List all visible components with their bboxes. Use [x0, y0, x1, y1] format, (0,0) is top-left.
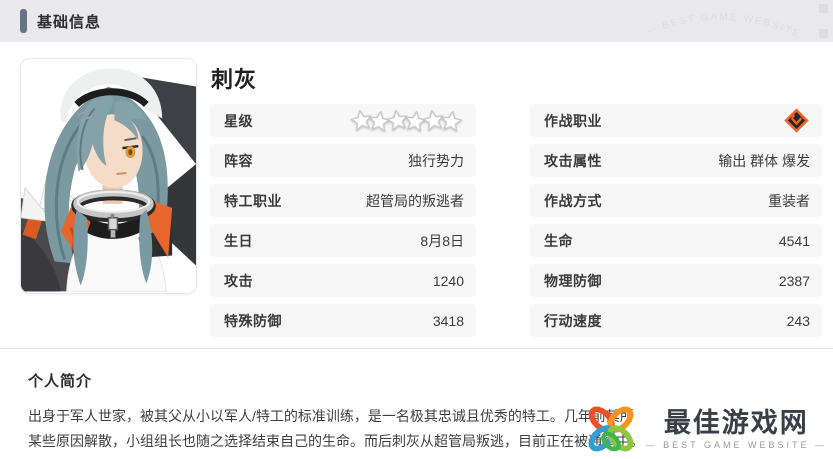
- site-tagline: — BEST GAME WEBSITE —: [645, 440, 827, 450]
- profile-line: 出身于军人世家，被其父从小以军人/特工的标准训练，是一名极其忠诚且优秀的特工。几…: [28, 408, 634, 424]
- info-row-attack-attribute: 攻击属性 输出 群体 爆发: [530, 144, 822, 177]
- info-row-faction: 阵容 独行势力: [210, 144, 476, 177]
- info-row-star-rank: 星级: [210, 104, 476, 137]
- row-label: 阵容: [224, 152, 253, 169]
- row-value: 3418: [432, 312, 464, 329]
- site-logo: 最佳游戏网 — BEST GAME WEBSITE —: [584, 402, 827, 456]
- row-label: 作战方式: [544, 192, 602, 209]
- site-watermark-arc: — BEST GAME WEBSITE —: [635, 0, 803, 41]
- profile-title: 个人简介: [28, 373, 93, 390]
- section-divider: [0, 348, 833, 349]
- site-logo-knot-icon: [588, 406, 634, 452]
- row-label: 生命: [544, 232, 573, 249]
- site-name: 最佳游戏网: [663, 408, 809, 438]
- row-label: 物理防御: [544, 272, 602, 289]
- info-row-combat-style: 作战方式 重装者: [530, 184, 822, 217]
- row-label: 作战职业: [544, 112, 602, 129]
- section-title: 基础信息: [37, 13, 102, 31]
- info-row-speed: 行动速度 243: [530, 304, 822, 337]
- star-icon: [441, 110, 463, 132]
- info-row-special-defense: 特殊防御 3418: [210, 304, 476, 337]
- character-name: 刺灰: [211, 67, 258, 92]
- row-label: 星级: [224, 112, 253, 129]
- row-value: 8月8日: [420, 232, 464, 249]
- row-value: 输出 群体 爆发: [718, 152, 810, 169]
- row-value: 重装者: [768, 192, 810, 209]
- row-label: 特殊防御: [224, 312, 282, 329]
- info-table-left: 星级 阵容 独行势力 特工职业 超管局的叛逃者 生日 8月8日 攻击 1240 …: [210, 104, 476, 344]
- row-value: 4541: [778, 232, 810, 249]
- profile-text: 出身于军人世家，被其父从小以军人/特工的标准训练，是一名极其忠诚且优秀的特工。几…: [28, 404, 662, 454]
- row-value: 2387: [778, 272, 810, 289]
- info-row-birthday: 生日 8月8日: [210, 224, 476, 257]
- svg-text:— BEST GAME WEBSITE —: — BEST GAME WEBSITE —: [635, 0, 803, 41]
- watermark-square: [819, 29, 828, 38]
- basic-info-panel: 基础信息 — BEST GAME WEBSITE —: [0, 0, 833, 459]
- info-row-physical-defense: 物理防御 2387: [530, 264, 822, 297]
- row-label: 特工职业: [224, 192, 282, 209]
- row-label: 行动速度: [544, 312, 602, 329]
- row-value: 独行势力: [408, 152, 464, 169]
- row-label: 攻击: [224, 272, 253, 289]
- profile-line: 某些原因解散，小组组长也随之选择结束自己的生命。而后刺灰从超管局叛逃，目前正在被…: [28, 433, 644, 449]
- row-value: 超管局的叛逃者: [366, 192, 464, 209]
- row-label: 攻击属性: [544, 152, 602, 169]
- row-label: 生日: [224, 232, 253, 249]
- info-table-right: 作战职业 攻击属性 输出 群体 爆发 作战方式 重装者 生命 4541 物理防御…: [530, 104, 822, 344]
- star-rating: [349, 108, 464, 133]
- row-value: 243: [786, 312, 810, 329]
- info-row-hp: 生命 4541: [530, 224, 822, 257]
- combat-class-icon: [784, 108, 809, 133]
- watermark-square: [819, 4, 828, 13]
- character-portrait: [20, 58, 197, 294]
- info-row-attack: 攻击 1240: [210, 264, 476, 297]
- info-row-combat-class: 作战职业: [530, 104, 822, 137]
- character-portrait-art: [21, 60, 196, 292]
- section-header: 基础信息 — BEST GAME WEBSITE —: [0, 0, 833, 42]
- header-accent-bar: [20, 9, 27, 33]
- row-value: 1240: [432, 272, 464, 289]
- info-row-agent-class: 特工职业 超管局的叛逃者: [210, 184, 476, 217]
